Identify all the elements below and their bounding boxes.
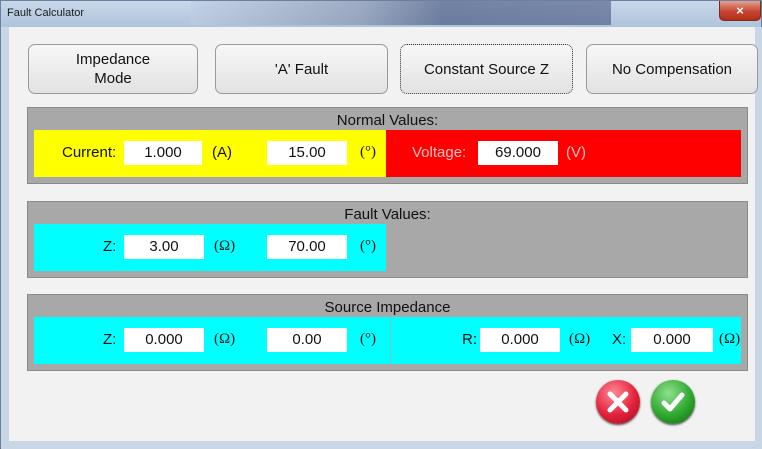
fault-calculator-window: Fault Calculator × Impedance Mode 'A' Fa… — [0, 0, 762, 449]
a-fault-button[interactable]: 'A' Fault — [215, 44, 388, 94]
source-angle-unit: (°) — [360, 331, 376, 347]
current-cell: Current: 1.000 (A) 15.00 (°) — [34, 130, 386, 177]
current-unit: (A) — [212, 144, 232, 161]
fault-z-label: Z: — [103, 238, 117, 255]
source-r-input[interactable]: 0.000 — [480, 328, 560, 352]
voltage-cell: Voltage: 69.000 (V) — [386, 130, 741, 177]
cancel-x-icon — [607, 391, 629, 413]
close-button[interactable]: × — [719, 1, 761, 21]
fault-z-magnitude-input[interactable]: 3.00 — [124, 235, 204, 259]
window-border-left — [1, 27, 9, 441]
source-x-input[interactable]: 0.000 — [631, 328, 713, 352]
source-z-label: Z: — [103, 331, 117, 348]
source-r-label: R: — [462, 331, 477, 348]
current-angle-input[interactable]: 15.00 — [267, 141, 347, 165]
voltage-label: Voltage: — [412, 144, 467, 161]
cancel-button[interactable] — [596, 380, 640, 424]
current-label: Current: — [62, 144, 117, 161]
voltage-input[interactable]: 69.000 — [478, 141, 558, 165]
constant-source-z-button[interactable]: Constant Source Z — [400, 44, 573, 94]
source-impedance-cell: Z: 0.000 (Ω) 0.00 (°) R: 0.000 (Ω) X: 0.… — [34, 317, 741, 364]
source-r-unit: (Ω) — [569, 331, 591, 347]
background-window-strip — [191, 1, 611, 25]
voltage-unit: (V) — [566, 144, 586, 161]
fault-values-title: Fault Values: — [344, 206, 431, 223]
normal-values-title: Normal Values: — [336, 112, 439, 129]
source-x-unit: (Ω) — [719, 331, 741, 347]
fault-angle-unit: (°) — [360, 238, 376, 254]
current-angle-unit: (°) — [360, 144, 376, 160]
fault-values-panel: Fault Values: Z: 3.00 (Ω) 70.00 (°) — [27, 201, 748, 278]
source-divider — [390, 317, 391, 364]
source-z-angle-input[interactable]: 0.00 — [267, 328, 347, 352]
source-z-unit: (Ω) — [214, 331, 236, 347]
ok-button[interactable] — [651, 380, 695, 424]
source-impedance-title: Source Impedance — [324, 299, 451, 316]
normal-values-panel: Normal Values: Current: 1.000 (A) 15.00 … — [27, 107, 748, 184]
current-magnitude-input[interactable]: 1.000 — [124, 141, 202, 165]
source-x-label: X: — [612, 331, 627, 348]
check-icon — [661, 392, 685, 412]
dialog-client-area: Impedance Mode 'A' Fault Constant Source… — [9, 27, 758, 441]
source-z-magnitude-input[interactable]: 0.000 — [124, 328, 204, 352]
fault-z-angle-input[interactable]: 70.00 — [267, 235, 347, 259]
fault-z-unit: (Ω) — [214, 238, 236, 254]
fault-z-cell: Z: 3.00 (Ω) 70.00 (°) — [34, 224, 386, 271]
impedance-mode-button[interactable]: Impedance Mode — [28, 44, 198, 94]
source-impedance-panel: Source Impedance Z: 0.000 (Ω) 0.00 (°) R… — [27, 294, 748, 371]
window-title: Fault Calculator — [7, 7, 85, 19]
no-compensation-button[interactable]: No Compensation — [586, 44, 758, 94]
title-bar[interactable]: Fault Calculator × — [1, 1, 761, 27]
